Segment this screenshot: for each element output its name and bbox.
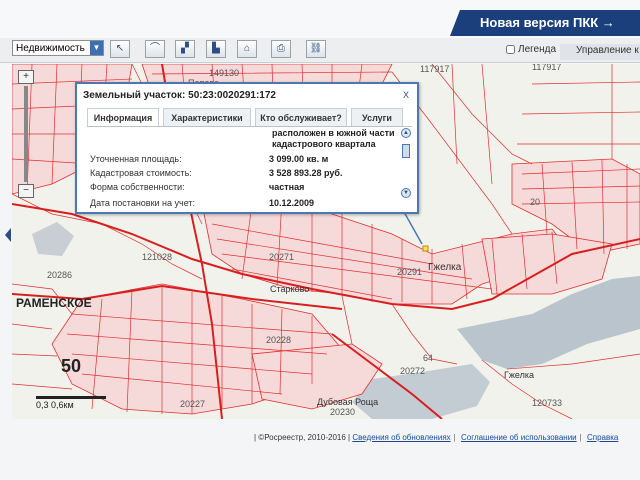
scroll-thumb[interactable] <box>402 144 410 158</box>
print-icon: ⎙ <box>277 43 285 54</box>
tab-characteristics[interactable]: Характеристики <box>163 108 251 126</box>
popup-pointer <box>404 212 423 245</box>
chevron-down-icon: ▼ <box>90 41 103 55</box>
scale-bar-line <box>36 396 106 399</box>
map-label-gzhelka-2: Гжелка <box>504 370 534 380</box>
row-area-value: 3 099.00 кв. м <box>269 154 329 164</box>
selected-parcel-marker[interactable] <box>422 245 429 252</box>
location-text: расположен в южной части кадастрового кв… <box>272 128 395 149</box>
scroll-down-icon[interactable]: ▼ <box>401 188 411 198</box>
terms-link[interactable]: Соглашение об использовании <box>461 433 577 442</box>
tab-info[interactable]: Информация <box>87 108 159 126</box>
scroll-up-icon[interactable]: ▲ <box>401 128 411 138</box>
map-label-64: 64 <box>423 353 434 363</box>
map-label-city: РАМЕНСКОЕ <box>16 296 92 310</box>
category-select-value: Недвижимость <box>16 43 85 54</box>
side-panel-toggle[interactable] <box>5 228 11 242</box>
scale-bar: 0,3 0,6км <box>36 396 106 410</box>
building-tool-button[interactable]: ⌂ <box>237 40 257 58</box>
copyright-text: | ©Росреестр, 2010-2016 | <box>254 433 351 442</box>
area-tool-button[interactable]: ▞ <box>175 40 195 58</box>
map-label-20272: 20272 <box>400 366 426 376</box>
cursor-icon: ↖ <box>115 43 125 54</box>
footer-links: | ©Росреестр, 2010-2016 | Сведения об об… <box>254 433 619 442</box>
layers-icon: ▙ <box>212 43 220 54</box>
legend-toggle[interactable]: Легенда <box>506 44 556 55</box>
map-label-121028: 121028 <box>142 252 173 262</box>
row-cost-value: 3 528 893.28 руб. <box>269 168 343 178</box>
tab-services[interactable]: Услуги <box>351 108 403 126</box>
map-label-gzhelka: Гжелка <box>428 262 462 273</box>
map-label-dubovaya: Дубовая Роща <box>317 397 379 407</box>
row-cost-label: Кадастровая стоимость: <box>90 168 192 178</box>
print-button[interactable]: ⎙ <box>271 40 291 58</box>
map-label-20: 20 <box>530 197 541 207</box>
close-button[interactable]: X <box>403 90 409 100</box>
map-label-20291: 20291 <box>397 267 423 277</box>
popup-tabs: Информация Характеристики Кто обслуживае… <box>87 108 412 127</box>
updates-link[interactable]: Сведения об обновлениях <box>352 433 450 442</box>
building-icon: ⌂ <box>243 43 251 54</box>
zoom-in-button[interactable]: + <box>18 70 34 84</box>
map-label-20228: 20228 <box>266 335 292 345</box>
layers-tool-button[interactable]: ▙ <box>206 40 226 58</box>
map-label-region-50: 50 <box>61 356 82 376</box>
ruler-icon: ⌒ <box>150 43 160 54</box>
category-select[interactable]: Недвижимость ▼ <box>12 40 104 56</box>
screen: Новая версия ПКК → Недвижимость ▼ ↖ ⌒ ▞ … <box>0 0 640 480</box>
map-label-20230: 20230 <box>330 407 356 417</box>
legend-checkbox[interactable] <box>506 44 515 54</box>
top-bar: Новая версия ПКК → <box>0 0 640 38</box>
map-label-20286: 20286 <box>47 270 73 280</box>
row-date-label: Дата постановки на учет: <box>90 198 196 208</box>
link-button[interactable]: ⛓ <box>306 40 326 58</box>
map-label-120733: 120733 <box>532 398 563 408</box>
parcel-info-popup: Земельный участок: 50:23:0020291:172 X И… <box>75 82 419 214</box>
popup-title: Земельный участок: 50:23:0020291:172 <box>83 90 276 101</box>
row-area-label: Уточненная площадь: <box>90 154 182 164</box>
new-version-button[interactable]: Новая версия ПКК → <box>450 10 640 36</box>
zoom-out-button[interactable]: − <box>18 184 34 198</box>
map-label-20227: 20227 <box>180 399 206 409</box>
zoom-control: + − <box>18 70 34 198</box>
area-icon: ▞ <box>181 43 189 54</box>
popup-body: расположен в южной части кадастрового кв… <box>87 128 405 210</box>
legend-label: Легенда <box>518 44 557 55</box>
map-label-117917: 117917 <box>420 64 450 74</box>
scale-bar-label: 0,3 0,6км <box>36 400 74 410</box>
map-label-149130: 149130 <box>209 68 240 78</box>
popup-scrollbar[interactable]: ▲ ▼ <box>401 128 411 206</box>
tab-who-serves[interactable]: Кто обслуживает? <box>255 108 347 126</box>
row-ownership-value: частная <box>269 182 305 192</box>
map-label-starkovo: Старково <box>270 284 310 294</box>
help-link[interactable]: Справка <box>587 433 618 442</box>
row-ownership-label: Форма собственности: <box>90 182 185 192</box>
map-label-117917b: 117917 <box>532 64 562 72</box>
measure-tool-button[interactable]: ⌒ <box>145 40 165 58</box>
link-icon: ⛓ <box>309 43 323 54</box>
manage-panel-button[interactable]: Управление к <box>560 44 640 60</box>
zoom-slider[interactable] <box>24 86 28 182</box>
map-label-20271: 20271 <box>269 252 295 262</box>
pointer-tool-button[interactable]: ↖ <box>110 40 130 58</box>
row-date-value: 10.12.2009 <box>269 198 315 208</box>
